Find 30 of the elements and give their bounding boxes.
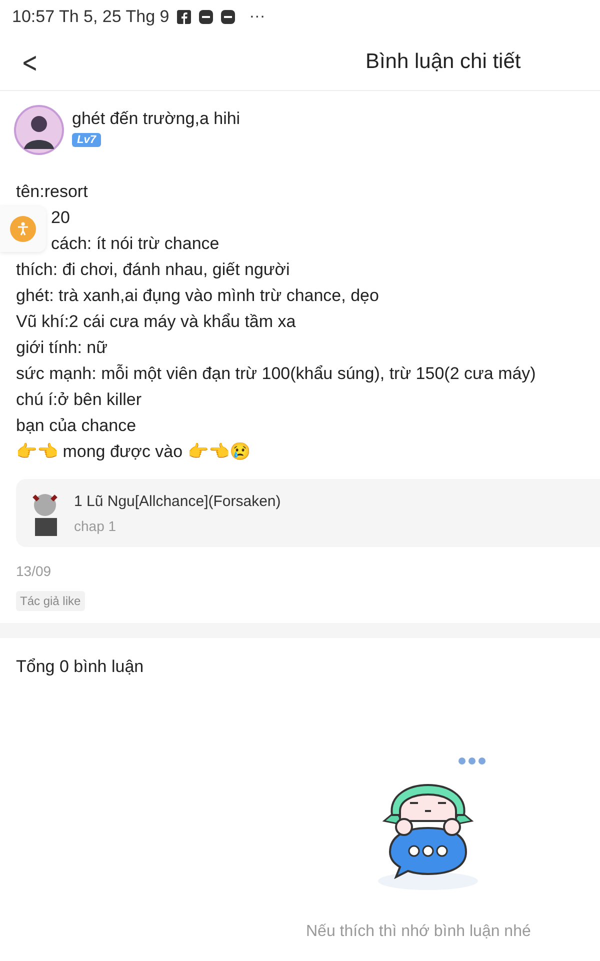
story-title: 1 Lũ Ngu[Allchance](Forsaken) xyxy=(74,492,281,510)
post-text-line: 20 xyxy=(51,208,70,227)
post-text-line: ghét: trà xanh,ai đụng vào mình trừ chance, dẹo xyxy=(16,286,379,305)
facebook-icon xyxy=(177,10,192,24)
story-card[interactable]: 1 Lũ Ngu[Allchance](Forsaken) chap 1 xyxy=(16,479,600,547)
post-text-line: giới tính: nữ xyxy=(16,338,108,357)
author-like-tag: Tác giả like xyxy=(16,591,85,611)
chapter-label: chap 1 xyxy=(74,518,118,534)
accessibility-icon xyxy=(10,216,36,242)
accessibility-button[interactable] xyxy=(0,206,46,252)
post-text-line: bạn của chance xyxy=(16,416,136,435)
post-date: 13/09 xyxy=(15,562,52,579)
status-time: 10:57 Th 5, 25 Thg 9 xyxy=(12,7,170,27)
more-notifications-text: ··· xyxy=(249,8,266,26)
author-name: ghét đến trường,a hihi xyxy=(72,109,240,129)
avatar-icon xyxy=(14,105,64,155)
post-text-line: cách: ít nói trừ chance xyxy=(51,234,220,253)
post-text-line: sức mạnh: mỗi một viên đạn trừ 100(khẩu súng), trừ 150(2 cưa máy) xyxy=(16,364,536,383)
post-text-line: thích: đi chơi, đánh nhau, giết người xyxy=(16,260,290,279)
post-text-line: tên:resort xyxy=(16,182,88,201)
post-text-line: chú í:ở bên killer xyxy=(16,390,142,409)
back-button[interactable]: < xyxy=(17,46,42,78)
empty-comments-hint: Nếu thích thì nhớ bình luận nhé xyxy=(306,923,532,941)
level-badge: Lv7 xyxy=(72,133,101,147)
post-text-line: Vũ khí:2 cái cưa máy và khẩu tầm xa xyxy=(16,312,296,331)
comment-count: Tổng 0 bình luận xyxy=(15,656,145,678)
page-title: Bình luận chi tiết xyxy=(365,50,521,74)
post-text-line: 👉👈 mong được vào 👉👈😢 xyxy=(16,442,250,461)
chat-app-icon xyxy=(199,10,214,24)
chat-app-icon xyxy=(221,10,236,24)
